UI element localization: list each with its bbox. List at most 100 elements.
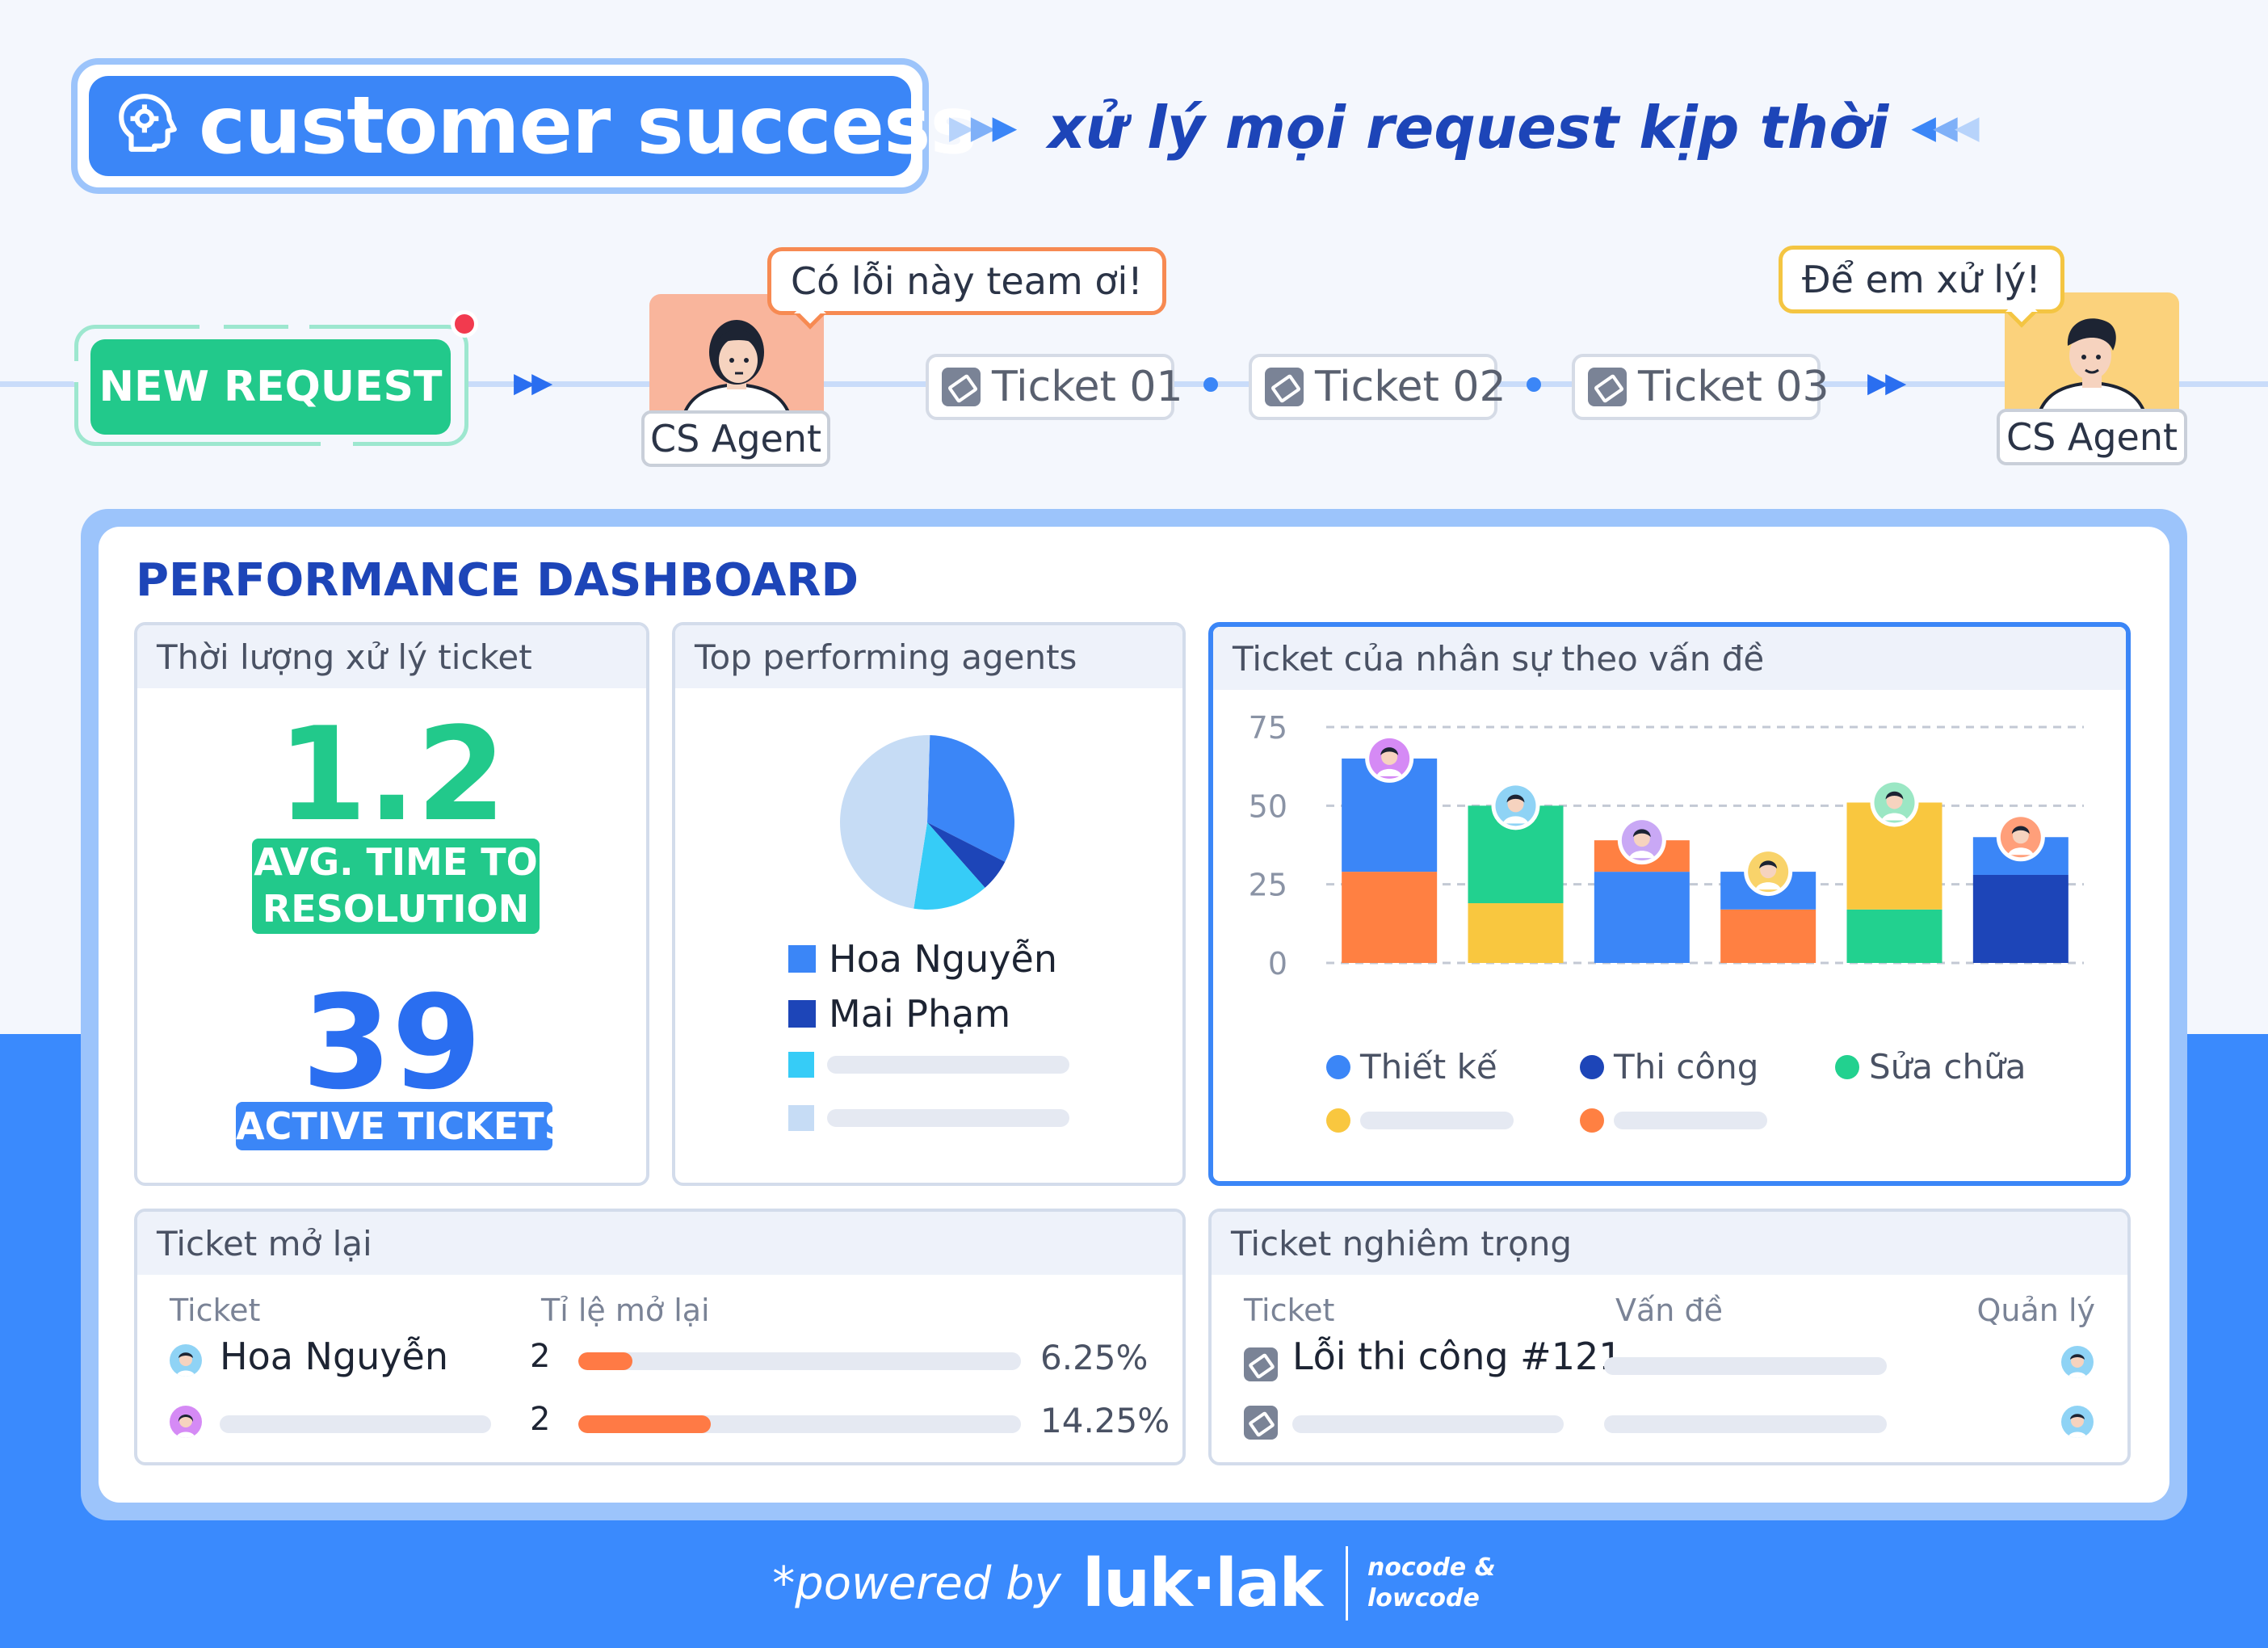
flow-arrow-icon: ▶▶ (514, 367, 552, 399)
chart-legend-placeholder-2 (1580, 1108, 1767, 1133)
critical-row-ticket-placeholder (1292, 1415, 1564, 1433)
avatar (170, 1344, 202, 1377)
reopened-row-rate: 6.25% (1040, 1338, 1149, 1377)
ticket-icon (1588, 368, 1627, 406)
legend-placeholder (1360, 1112, 1514, 1129)
powered-by-text: *powered by (772, 1557, 1061, 1610)
pie-chart[interactable] (838, 734, 1016, 911)
ticket-chip-3[interactable]: Ticket 03 (1572, 354, 1829, 420)
ticket-chip-1[interactable]: Ticket 01 (926, 354, 1183, 420)
reopened-panel-title: Ticket mở lại (137, 1212, 1182, 1275)
legend-swatch (788, 1105, 814, 1131)
brand-subtitle-line1: nocode & (1367, 1553, 1496, 1582)
issues-panel-title: Ticket của nhân sự theo vấn đề (1213, 627, 2126, 690)
pie-legend-label: Mai Phạm (829, 992, 1011, 1036)
title-badge: customer success (71, 58, 977, 194)
footer: *powered by luk·lak nocode & lowcode (0, 1535, 2268, 1632)
avg-time-badge: AVG. TIME TO RESOLUTION (252, 839, 540, 934)
bar-segment[interactable] (1468, 903, 1564, 963)
ticket-icon (1244, 1347, 1278, 1381)
agent-right-label: CS Agent (1997, 409, 2187, 465)
ticket-icon (942, 368, 981, 406)
brand-logo: luk·lak (1082, 1545, 1323, 1622)
reopened-row-rate: 14.25% (1040, 1401, 1170, 1440)
agent-left-bubble-text: Có lỗi này team ơi! (791, 259, 1143, 303)
resolution-panel[interactable]: Thời lượng xử lý ticket 1.2 AVG. TIME TO… (134, 622, 649, 1186)
critical-row-ticket: Lỗi thi công #121 (1292, 1335, 1623, 1378)
critical-row-issue-placeholder (1604, 1357, 1887, 1375)
page-title: customer success (199, 80, 977, 172)
avg-time-value: 1.2 (277, 699, 506, 850)
pie-legend-placeholder-2 (788, 1105, 1069, 1131)
pie-slice[interactable] (840, 735, 930, 909)
legend-swatch (788, 1000, 816, 1028)
chart-legend-label: Sửa chữa (1869, 1047, 2026, 1087)
agents-panel-title: Top performing agents (675, 625, 1182, 688)
stacked-bar-chart[interactable]: 0 25 50 75 (1213, 692, 2126, 998)
brand-divider (1345, 1546, 1348, 1621)
chart-legend-placeholder-1 (1326, 1108, 1514, 1133)
arrows-right-icon: ▶▶▶ (949, 109, 1017, 146)
column-header-rate: Tỉ lệ mở lại (541, 1293, 710, 1328)
avg-time-label-line1: AVG. TIME TO (254, 840, 538, 884)
avg-time-label-line2: RESOLUTION (262, 887, 530, 931)
reopened-rate-fill (578, 1352, 633, 1370)
reopened-panel[interactable]: Ticket mở lại Ticket Tỉ lệ mở lại Hoa Ng… (134, 1209, 1186, 1465)
reopened-row-count: 2 (530, 1338, 551, 1375)
reopened-rate-fill (578, 1415, 712, 1433)
tagline: ▶▶▶ xử lý mọi request kịp thời ◀◀◀ (949, 87, 1980, 168)
manager-avatar (2061, 1406, 2094, 1438)
resolution-panel-title: Thời lượng xử lý ticket (137, 625, 646, 688)
brand-subtitle: nocode & lowcode (1367, 1553, 1496, 1614)
critical-panel-title: Ticket nghiêm trọng (1212, 1212, 2127, 1275)
column-header-manager: Quản lý (1976, 1293, 2096, 1328)
bar-segment[interactable] (1594, 872, 1690, 963)
legend-swatch (788, 945, 816, 973)
bar-segment[interactable] (1720, 909, 1816, 963)
critical-row-issue-placeholder (1604, 1415, 1887, 1433)
legend-placeholder (1614, 1112, 1767, 1129)
new-request-button[interactable]: NEW REQUEST (90, 339, 451, 435)
pie-legend-placeholder-1 (788, 1052, 1069, 1078)
chart-legend-sua-chua: Sửa chữa (1835, 1047, 2026, 1087)
manager-avatar (2061, 1346, 2094, 1378)
flow-dot (1203, 377, 1218, 392)
active-tickets-value: 39 (301, 967, 482, 1118)
pie-legend-hoa: Hoa Nguyễn (788, 937, 1057, 981)
ticket-chip-label: Ticket 03 (1638, 363, 1829, 411)
bar-segment[interactable] (1342, 872, 1438, 963)
active-tickets-badge: ACTIVE TICKETS (236, 1102, 571, 1150)
legend-dot (1835, 1054, 1859, 1079)
column-header-ticket: Ticket (170, 1293, 261, 1328)
critical-panel[interactable]: Ticket nghiêm trọng Ticket Vấn đề Quản l… (1208, 1209, 2131, 1465)
pie-legend-mai: Mai Phạm (788, 992, 1010, 1036)
reopened-row-name: Hoa Nguyễn (220, 1335, 448, 1378)
bar-segment[interactable] (1846, 909, 1942, 963)
flow-dot (1527, 377, 1541, 392)
head-gear-icon (115, 91, 199, 161)
ticket-chip-label: Ticket 02 (1315, 363, 1506, 411)
ticket-chip-label: Ticket 01 (992, 363, 1183, 411)
chart-legend-label: Thiết kế (1360, 1047, 1497, 1087)
ticket-chip-2[interactable]: Ticket 02 (1249, 354, 1506, 420)
bar-segment[interactable] (1972, 874, 2068, 963)
reopened-rate-bar (578, 1415, 1021, 1433)
agents-panel[interactable]: Top performing agents Hoa Nguyễn Mai Phạ… (672, 622, 1186, 1186)
column-header-issue: Vấn đề (1615, 1293, 1723, 1328)
y-tick-label: 0 (1268, 946, 1287, 982)
agent-right-bubble-text: Để em xử lý! (1802, 258, 2041, 301)
reopened-row-count: 2 (530, 1401, 551, 1438)
tagline-text: xử lý mọi request kịp thời (1048, 94, 1889, 162)
legend-swatch (788, 1052, 814, 1078)
agent-left-label: CS Agent (641, 410, 830, 467)
y-tick-label: 50 (1249, 788, 1287, 824)
issues-panel[interactable]: Ticket của nhân sự theo vấn đề 0 25 50 75 T… (1208, 622, 2131, 1186)
legend-dot (1326, 1108, 1350, 1133)
reopened-rate-bar (578, 1352, 1021, 1370)
arrows-left-icon: ◀◀◀ (1911, 109, 1979, 146)
dashboard-title: PERFORMANCE DASHBOARD (136, 554, 859, 607)
y-tick-label: 75 (1249, 710, 1287, 746)
legend-placeholder (827, 1109, 1069, 1127)
ticket-icon (1265, 368, 1304, 406)
chart-legend-label: Thi công (1614, 1047, 1759, 1087)
